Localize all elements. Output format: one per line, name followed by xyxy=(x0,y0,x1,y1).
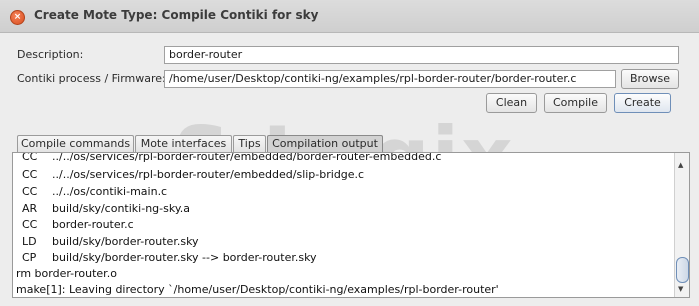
scroll-down-icon[interactable]: ▼ xyxy=(678,285,683,293)
output-line: CP build/sky/border-router.sky --> border… xyxy=(22,251,317,264)
output-line: CC ../../os/services/rpl-border-router/em… xyxy=(22,152,442,163)
output-line: CC ../../os/services/rpl-border-router/em… xyxy=(22,168,365,181)
create-button[interactable]: Create xyxy=(614,93,671,113)
tab-compile-commands[interactable]: Compile commands xyxy=(17,135,134,153)
output-line: LD build/sky/border-router.sky xyxy=(22,235,199,248)
scroll-up-icon[interactable]: ▲ xyxy=(678,161,683,169)
clean-button[interactable]: Clean xyxy=(486,93,537,113)
compile-button[interactable]: Compile xyxy=(544,93,607,113)
tab-tips[interactable]: Tips xyxy=(233,135,266,153)
description-label: Description: xyxy=(17,48,84,61)
tab-mote-interfaces[interactable]: Mote interfaces xyxy=(135,135,232,153)
close-icon[interactable]: × xyxy=(10,10,25,25)
output-line: make[1]: Leaving directory `/home/user/D… xyxy=(16,283,499,296)
compilation-output-area[interactable]: CC ../../os/services/rpl-border-router/em… xyxy=(12,152,690,298)
output-line: AR build/sky/contiki-ng-sky.a xyxy=(22,202,191,215)
tab-compilation-output[interactable]: Compilation output xyxy=(267,135,383,153)
window-title: Create Mote Type: Compile Contiki for sk… xyxy=(34,8,319,22)
output-line: CC ../../os/contiki-main.c xyxy=(22,185,168,198)
title-bar: × Create Mote Type: Compile Contiki for … xyxy=(0,0,699,33)
scroll-thumb[interactable] xyxy=(676,257,689,283)
output-line: CC border-router.c xyxy=(22,218,134,231)
output-line: rm border-router.o xyxy=(16,267,117,280)
browse-button[interactable]: Browse xyxy=(621,69,679,89)
description-input[interactable]: border-router xyxy=(164,46,679,64)
firmware-path-input[interactable]: /home/user/Desktop/contiki-ng/examples/r… xyxy=(164,70,616,88)
vertical-scrollbar[interactable]: ▲ ▼ xyxy=(674,153,689,297)
firmware-label: Contiki process / Firmware: xyxy=(17,72,166,85)
